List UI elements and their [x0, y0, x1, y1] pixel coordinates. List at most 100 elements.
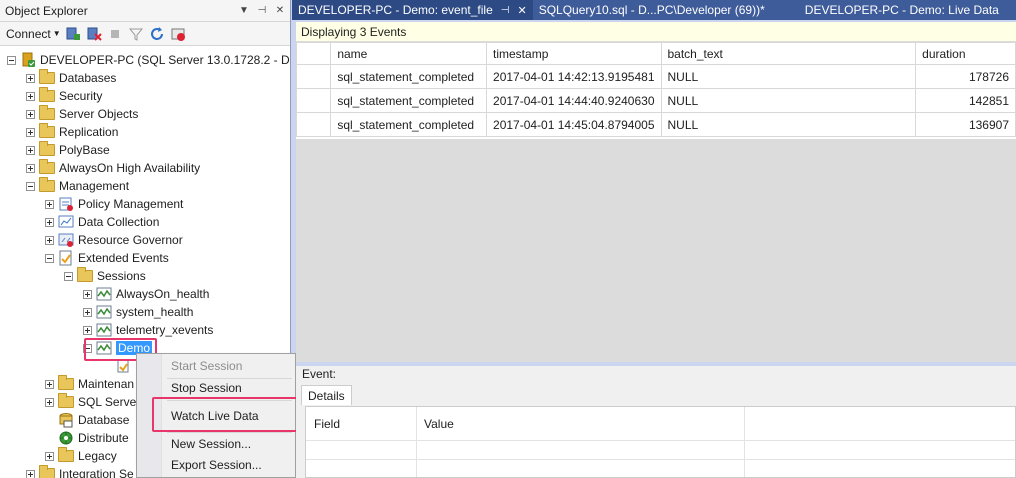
- refresh-icon[interactable]: [149, 25, 166, 42]
- tree-node-sql-serve[interactable]: SQL Serve: [45, 393, 136, 411]
- expand-plus-icon[interactable]: [26, 163, 35, 173]
- cell-duration[interactable]: 178726: [915, 64, 1016, 89]
- tree-node-policy-management[interactable]: Policy Management: [45, 195, 183, 213]
- close-icon[interactable]: ✕: [517, 4, 526, 17]
- tree-node-label: Databases: [59, 71, 117, 85]
- tree-node-security[interactable]: Security: [26, 87, 102, 105]
- row-header[interactable]: [295, 88, 332, 113]
- expand-plus-icon[interactable]: [26, 469, 35, 478]
- tree-node-legacy[interactable]: Legacy: [45, 447, 117, 465]
- tab-details[interactable]: Details: [301, 385, 352, 405]
- tree-node-extended-events[interactable]: Extended Events: [45, 249, 169, 267]
- tree-node-alwayson-health[interactable]: AlwaysOn_health: [83, 285, 209, 303]
- cell-name[interactable]: sql_statement_completed: [330, 64, 488, 89]
- column-header-value[interactable]: Value: [424, 417, 454, 431]
- cell-name[interactable]: sql_statement_completed: [330, 112, 488, 137]
- tab-event-file[interactable]: DEVELOPER-PC - Demo: event_file ⊣ ✕: [292, 0, 533, 20]
- expand-plus-icon[interactable]: [83, 307, 92, 317]
- tree-node-distribute[interactable]: Distribute: [45, 429, 129, 447]
- expand-plus-icon[interactable]: [45, 235, 54, 245]
- expand-plus-icon[interactable]: [45, 199, 54, 209]
- expand-plus-icon[interactable]: [45, 397, 54, 407]
- expand-plus-icon[interactable]: [26, 73, 35, 83]
- tree-node-sessions[interactable]: Sessions: [64, 267, 146, 285]
- event-label: Event:: [302, 367, 337, 381]
- folder-icon: [58, 375, 74, 392]
- collapse-minus-icon[interactable]: [45, 253, 54, 263]
- cell-duration[interactable]: 136907: [915, 112, 1016, 137]
- table-row[interactable]: sql_statement_completed 2017-04-01 14:42…: [295, 64, 1016, 89]
- table-row[interactable]: sql_statement_completed 2017-04-01 14:44…: [295, 88, 1016, 113]
- expand-plus-icon[interactable]: [26, 127, 35, 137]
- tree-node-server-objects[interactable]: Server Objects: [26, 105, 138, 123]
- expand-plus-icon[interactable]: [26, 145, 35, 155]
- expand-plus-icon[interactable]: [83, 289, 92, 299]
- tree-node-developer-pc-sql-server-13-0-1728-2-deve[interactable]: DEVELOPER-PC (SQL Server 13.0.1728.2 - D…: [7, 51, 290, 69]
- tree-node-system-health[interactable]: system_health: [83, 303, 193, 321]
- stop-icon[interactable]: [107, 25, 124, 42]
- tree-node-resource-governor[interactable]: Resource Governor: [45, 231, 183, 249]
- filter-icon[interactable]: [128, 25, 145, 42]
- connect-button[interactable]: Connect ▼: [6, 27, 61, 41]
- menu-item-export-session[interactable]: Export Session...: [171, 455, 262, 475]
- table-row[interactable]: sql_statement_completed 2017-04-01 14:45…: [295, 112, 1016, 137]
- cell-batch-text[interactable]: NULL: [660, 64, 917, 89]
- row-header-corner[interactable]: [295, 42, 332, 65]
- folder-icon: [39, 141, 55, 158]
- status-text: Displaying 3 Events: [301, 24, 407, 39]
- disconnect-server-icon[interactable]: [86, 25, 103, 42]
- expand-plus-icon[interactable]: [83, 325, 92, 335]
- cell-timestamp[interactable]: 2017-04-01 14:44:40.9240630: [486, 88, 662, 113]
- collapse-minus-icon[interactable]: [83, 343, 92, 353]
- tree-node-management[interactable]: Management: [26, 177, 129, 195]
- row-header[interactable]: [295, 64, 332, 89]
- cell-batch-text[interactable]: NULL: [660, 88, 917, 113]
- tree-node-alwayson-high-availability[interactable]: AlwaysOn High Availability: [26, 159, 200, 177]
- menu-item-stop-session[interactable]: Stop Session: [171, 378, 242, 398]
- menu-item-new-session[interactable]: New Session...: [171, 434, 251, 454]
- tab-sqlquery10[interactable]: SQLQuery10.sql - D...PC\Developer (69))*: [533, 0, 771, 20]
- tree-node-maintenan[interactable]: Maintenan: [45, 375, 134, 393]
- expand-plus-icon[interactable]: [26, 91, 35, 101]
- pin-icon[interactable]: ⊣: [254, 5, 270, 16]
- folder-icon: [58, 447, 74, 464]
- tree-node-telemetry-xevents[interactable]: telemetry_xevents: [83, 321, 213, 339]
- expand-plus-icon[interactable]: [45, 451, 54, 461]
- collapse-minus-icon[interactable]: [7, 55, 16, 65]
- dropdown-arrow-icon[interactable]: ▼: [236, 5, 252, 16]
- column-header[interactable]: duration: [915, 42, 1016, 65]
- cell-timestamp[interactable]: 2017-04-01 14:42:13.9195481: [486, 64, 662, 89]
- column-header[interactable]: name: [330, 42, 488, 65]
- activity-monitor-icon[interactable]: [170, 25, 187, 42]
- cell-duration[interactable]: 142851: [915, 88, 1016, 113]
- tree-node-label: Database: [78, 413, 130, 427]
- column-header[interactable]: timestamp: [486, 42, 662, 65]
- column-header[interactable]: batch_text: [660, 42, 917, 65]
- tree-node-data-collection[interactable]: Data Collection: [45, 213, 159, 231]
- tree-node-integration-se[interactable]: Integration Se: [26, 465, 134, 478]
- tree-node-replication[interactable]: Replication: [26, 123, 118, 141]
- menu-item-start-session[interactable]: Start Session: [171, 356, 242, 376]
- cell-batch-text[interactable]: NULL: [660, 112, 917, 137]
- folder-icon: [77, 267, 93, 284]
- session-icon: [96, 340, 112, 356]
- expand-plus-icon[interactable]: [45, 379, 54, 389]
- collapse-minus-icon[interactable]: [64, 271, 73, 281]
- expand-plus-icon[interactable]: [45, 217, 54, 227]
- tree-node-polybase[interactable]: PolyBase: [26, 141, 110, 159]
- cell-name[interactable]: sql_statement_completed: [330, 88, 488, 113]
- column-header-field[interactable]: Field: [314, 417, 340, 431]
- tree-node-database[interactable]: Database: [45, 411, 129, 429]
- row-header[interactable]: [295, 112, 332, 137]
- tree-node-event-file-icon[interactable]: [102, 357, 135, 375]
- tree-node-databases[interactable]: Databases: [26, 69, 116, 87]
- expand-plus-icon[interactable]: [26, 109, 35, 119]
- tree-node-label: AlwaysOn_health: [116, 287, 210, 301]
- cell-timestamp[interactable]: 2017-04-01 14:45:04.8794005: [486, 112, 662, 137]
- connect-server-icon[interactable]: [65, 25, 82, 42]
- pin-icon[interactable]: ⊣: [501, 5, 510, 16]
- tab-live-data[interactable]: DEVELOPER-PC - Demo: Live Data: [799, 0, 1005, 20]
- menu-item-watch-live-data[interactable]: Watch Live Data: [171, 406, 259, 426]
- collapse-minus-icon[interactable]: [26, 181, 35, 191]
- close-icon[interactable]: ✕: [272, 5, 288, 16]
